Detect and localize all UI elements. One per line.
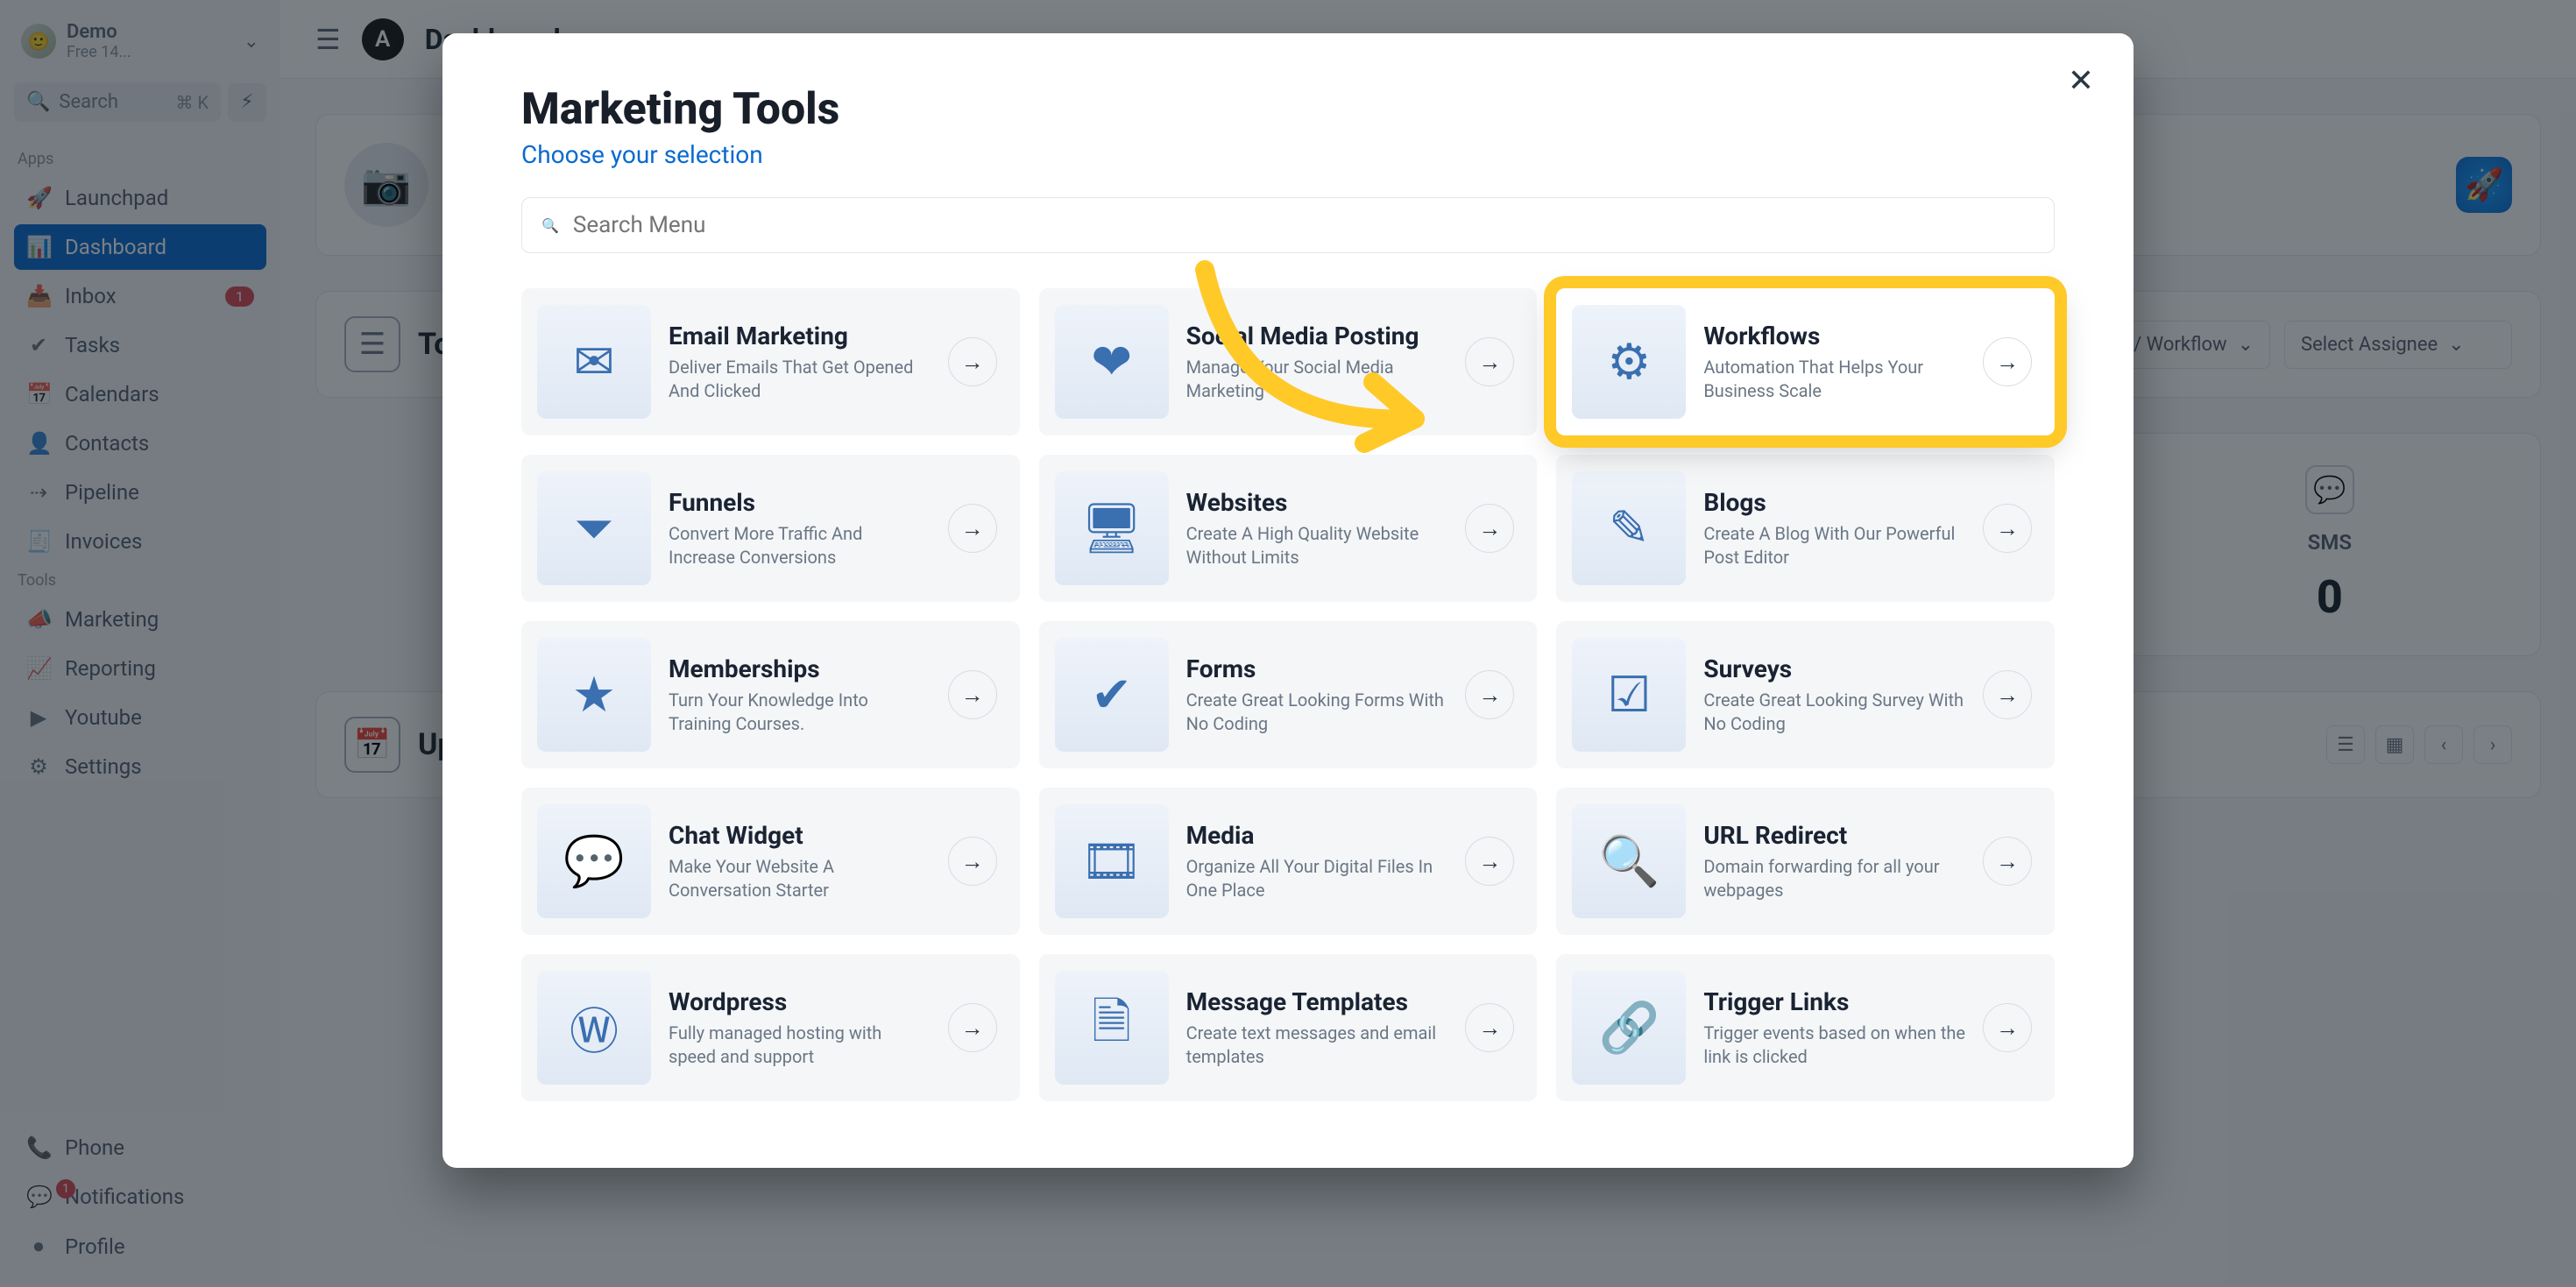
trigger-links-icon: 🔗 bbox=[1572, 971, 1686, 1085]
tool-card-url-redirect[interactable]: 🔍 URL Redirect Domain forwarding for all y… bbox=[1556, 788, 2055, 935]
tool-title: Memberships bbox=[669, 654, 931, 683]
arrow-right-icon[interactable]: → bbox=[1983, 504, 2032, 553]
tool-desc: Turn Your Knowledge Into Training Course… bbox=[669, 689, 931, 736]
tool-title: URL Redirect bbox=[1703, 821, 1965, 850]
workflows-icon: ⚙ bbox=[1572, 305, 1686, 419]
tool-desc: Trigger events based on when the link is… bbox=[1703, 1022, 1965, 1069]
arrow-right-icon[interactable]: → bbox=[1465, 670, 1514, 719]
tool-card-social-media-posting[interactable]: ❤ Social Media Posting Manage Your Social … bbox=[1039, 288, 1538, 435]
arrow-right-icon[interactable]: → bbox=[948, 670, 997, 719]
tool-card-media[interactable]: 🎞 Media Organize All Your Digital Files In… bbox=[1039, 788, 1538, 935]
email-marketing-icon: ✉︎ bbox=[537, 305, 651, 419]
arrow-right-icon[interactable]: → bbox=[1983, 1003, 2032, 1052]
tool-card-message-templates[interactable]: 🗎 Message Templates Create text messages a… bbox=[1039, 954, 1538, 1101]
tool-desc: Create Great Looking Survey With No Codi… bbox=[1703, 689, 1965, 736]
search-icon: 🔍 bbox=[541, 217, 559, 234]
arrow-right-icon[interactable]: → bbox=[1983, 670, 2032, 719]
arrow-right-icon[interactable]: → bbox=[1465, 337, 1514, 386]
tool-card-forms[interactable]: ✔ Forms Create Great Looking Forms With No… bbox=[1039, 621, 1538, 768]
tool-title: Forms bbox=[1186, 654, 1448, 683]
tool-card-funnels[interactable]: ⏷ Funnels Convert More Traffic And Increas… bbox=[521, 455, 1020, 602]
tool-card-surveys[interactable]: ☑ Surveys Create Great Looking Survey With… bbox=[1556, 621, 2055, 768]
wordpress-icon: Ⓦ bbox=[537, 971, 651, 1085]
modal-search[interactable]: 🔍 bbox=[521, 197, 2055, 253]
forms-icon: ✔ bbox=[1055, 638, 1169, 752]
tool-desc: Create A High Quality Website Without Li… bbox=[1186, 522, 1448, 569]
arrow-right-icon[interactable]: → bbox=[948, 504, 997, 553]
tool-title: Email Marketing bbox=[669, 322, 931, 350]
tool-title: Social Media Posting bbox=[1186, 322, 1448, 350]
tool-desc: Fully managed hosting with speed and sup… bbox=[669, 1022, 931, 1069]
tool-desc: Create text messages and email templates bbox=[1186, 1022, 1448, 1069]
websites-icon: 🖥 bbox=[1055, 471, 1169, 585]
blogs-icon: ✎ bbox=[1572, 471, 1686, 585]
tool-card-chat-widget[interactable]: 💬 Chat Widget Make Your Website A Conversa… bbox=[521, 788, 1020, 935]
chat-widget-icon: 💬 bbox=[537, 804, 651, 918]
tool-grid: ✉︎ Email Marketing Deliver Emails That Get… bbox=[521, 288, 2055, 1101]
social-media-posting-icon: ❤ bbox=[1055, 305, 1169, 419]
tool-desc: Organize All Your Digital Files In One P… bbox=[1186, 855, 1448, 902]
tool-desc: Automation That Helps Your Business Scal… bbox=[1703, 356, 1965, 403]
arrow-right-icon[interactable]: → bbox=[1983, 337, 2032, 386]
tool-title: Message Templates bbox=[1186, 987, 1448, 1016]
tool-card-trigger-links[interactable]: 🔗 Trigger Links Trigger events based on wh… bbox=[1556, 954, 2055, 1101]
tool-card-memberships[interactable]: ★ Memberships Turn Your Knowledge Into Tra… bbox=[521, 621, 1020, 768]
tool-title: Funnels bbox=[669, 488, 931, 517]
tool-desc: Domain forwarding for all your webpages bbox=[1703, 855, 1965, 902]
tool-card-workflows[interactable]: ⚙ Workflows Automation That Helps Your Bus… bbox=[1556, 288, 2055, 435]
arrow-right-icon[interactable]: → bbox=[948, 837, 997, 886]
tool-title: Surveys bbox=[1703, 654, 1965, 683]
tool-title: Trigger Links bbox=[1703, 987, 1965, 1016]
arrow-right-icon[interactable]: → bbox=[1983, 837, 2032, 886]
message-templates-icon: 🗎 bbox=[1055, 971, 1169, 1085]
tool-desc: Make Your Website A Conversation Starter bbox=[669, 855, 931, 902]
tool-card-wordpress[interactable]: Ⓦ Wordpress Fully managed hosting with spe… bbox=[521, 954, 1020, 1101]
tool-desc: Create Great Looking Forms With No Codin… bbox=[1186, 689, 1448, 736]
arrow-right-icon[interactable]: → bbox=[948, 337, 997, 386]
tool-desc: Convert More Traffic And Increase Conver… bbox=[669, 522, 931, 569]
url-redirect-icon: 🔍 bbox=[1572, 804, 1686, 918]
surveys-icon: ☑ bbox=[1572, 638, 1686, 752]
close-button[interactable]: ✕ bbox=[2060, 60, 2102, 102]
tool-desc: Deliver Emails That Get Opened And Click… bbox=[669, 356, 931, 403]
tool-title: Blogs bbox=[1703, 488, 1965, 517]
tool-title: Websites bbox=[1186, 488, 1448, 517]
choose-selection-link[interactable]: Choose your selection bbox=[521, 140, 2055, 169]
tool-card-email-marketing[interactable]: ✉︎ Email Marketing Deliver Emails That Get… bbox=[521, 288, 1020, 435]
tool-title: Media bbox=[1186, 821, 1448, 850]
tool-card-blogs[interactable]: ✎ Blogs Create A Blog With Our Powerful Po… bbox=[1556, 455, 2055, 602]
modal-search-input[interactable] bbox=[573, 212, 2035, 238]
tool-desc: Create A Blog With Our Powerful Post Edi… bbox=[1703, 522, 1965, 569]
arrow-right-icon[interactable]: → bbox=[948, 1003, 997, 1052]
funnels-icon: ⏷ bbox=[537, 471, 651, 585]
tool-title: Wordpress bbox=[669, 987, 931, 1016]
tool-title: Chat Widget bbox=[669, 821, 931, 850]
marketing-tools-modal: ✕ Marketing Tools Choose your selection … bbox=[442, 33, 2134, 1168]
tool-title: Workflows bbox=[1703, 322, 1965, 350]
media-icon: 🎞 bbox=[1055, 804, 1169, 918]
arrow-right-icon[interactable]: → bbox=[1465, 837, 1514, 886]
arrow-right-icon[interactable]: → bbox=[1465, 504, 1514, 553]
memberships-icon: ★ bbox=[537, 638, 651, 752]
arrow-right-icon[interactable]: → bbox=[1465, 1003, 1514, 1052]
tool-desc: Manage Your Social Media Marketing bbox=[1186, 356, 1448, 403]
tool-card-websites[interactable]: 🖥 Websites Create A High Quality Website W… bbox=[1039, 455, 1538, 602]
modal-title: Marketing Tools bbox=[521, 84, 2055, 135]
